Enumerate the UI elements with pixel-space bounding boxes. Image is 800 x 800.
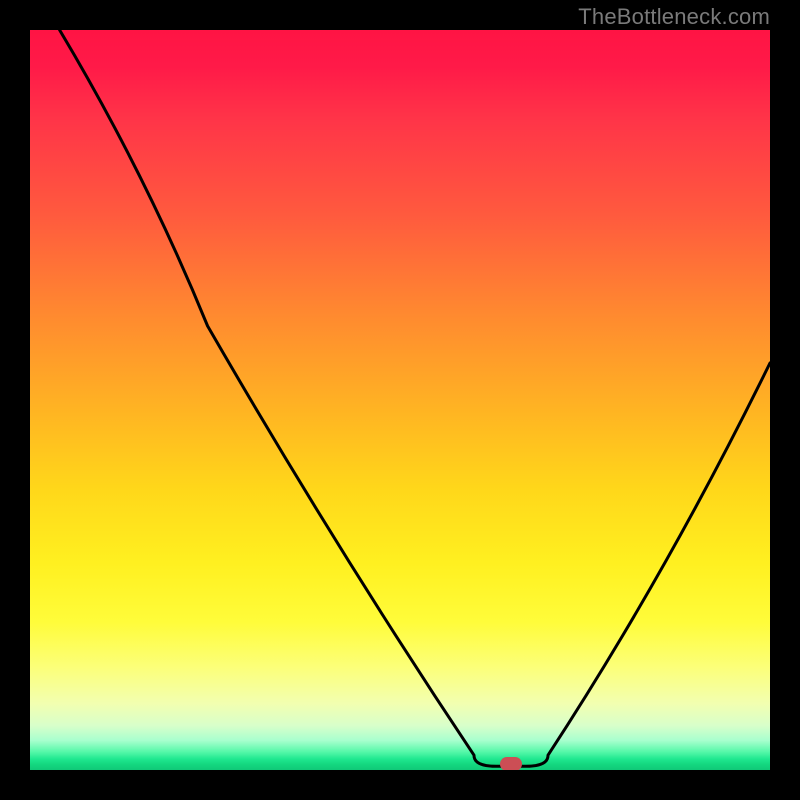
- plot-area: [30, 30, 770, 770]
- watermark-text: TheBottleneck.com: [578, 4, 770, 30]
- chart-frame: TheBottleneck.com: [0, 0, 800, 800]
- bottleneck-curve: [30, 30, 770, 770]
- minimum-marker: [500, 757, 522, 770]
